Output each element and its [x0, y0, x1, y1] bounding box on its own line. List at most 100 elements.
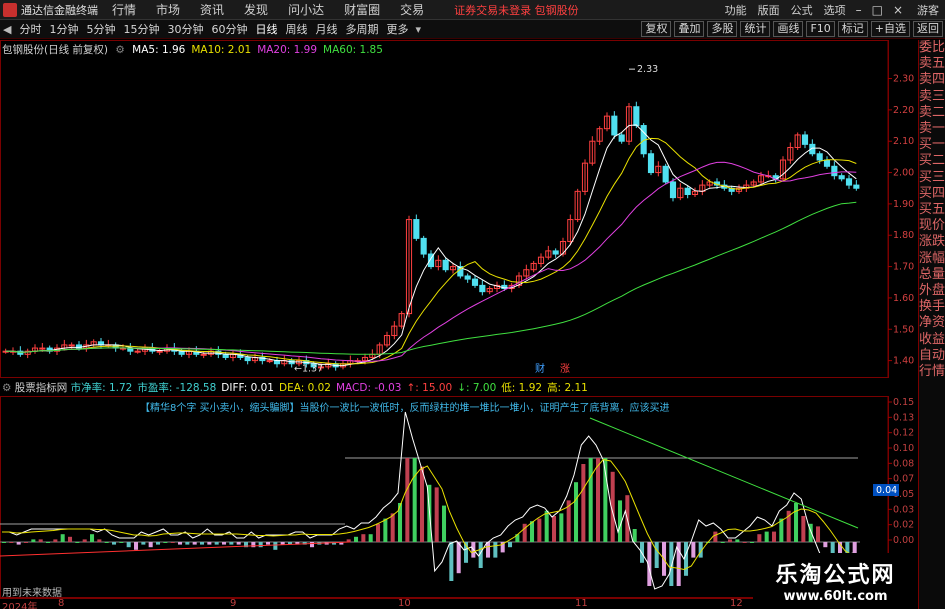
histogram-bar — [434, 487, 439, 542]
f10-button[interactable]: F10 — [806, 21, 835, 37]
candle-body — [266, 360, 273, 363]
event-marker-0: 财 — [535, 362, 545, 375]
histogram-bar — [185, 542, 190, 545]
candle-body — [39, 347, 46, 350]
menu-formula[interactable]: 公式 — [791, 2, 813, 18]
histogram-bar — [214, 542, 219, 545]
indicator-value-8: 高: 2.11 — [547, 382, 588, 394]
indicator-settings-icon[interactable]: ⚙ — [2, 382, 11, 394]
sidebar-item-9: 买四 — [919, 185, 945, 201]
histogram-bar — [728, 539, 733, 542]
future-data-note: 用到未来数据 — [2, 588, 62, 599]
candle-body — [200, 353, 207, 356]
candle-body — [831, 165, 838, 177]
return-button[interactable]: 返回 — [913, 21, 943, 37]
sidebar-item-18: 收益 — [919, 331, 945, 347]
histogram-bar — [9, 542, 14, 543]
tab-daily[interactable]: 日线 — [251, 21, 281, 37]
menu-market-quotes[interactable]: 行情 — [112, 1, 136, 18]
candle-body — [816, 153, 823, 161]
candle-body — [838, 175, 845, 180]
period-toolbar: ◀ 分时 1分钟 5分钟 15分钟 30分钟 60分钟 日线 周线 月线 多周期… — [0, 20, 945, 39]
histogram-bar — [170, 542, 175, 543]
tab-1min[interactable]: 1分钟 — [45, 21, 82, 37]
candlestick-chart[interactable]: 2.30 2.20 2.10 2.00 1.90 1.80 1.70 1.60 1.50 1.40… — [0, 40, 918, 378]
candle-body — [853, 184, 860, 189]
tab-monthly[interactable]: 月线 — [311, 21, 341, 37]
menu-function[interactable]: 功能 — [725, 2, 747, 18]
histogram-bar — [449, 542, 454, 581]
histogram-bar — [757, 534, 762, 542]
menu-news[interactable]: 资讯 — [200, 1, 224, 18]
price-tick-label-9: 1.40 — [893, 356, 914, 367]
app-logo-icon — [3, 2, 17, 17]
ind-tick-label-8: 0.02 — [893, 520, 914, 531]
histogram-bar — [354, 536, 359, 542]
ind-tick-label-1: 0.13 — [893, 412, 914, 423]
close-button[interactable]: × — [893, 3, 903, 17]
candle-body — [669, 181, 677, 199]
histogram-bar — [486, 542, 491, 558]
maximize-button[interactable]: □ — [872, 3, 883, 17]
histogram-bar — [258, 542, 263, 548]
add-watchlist-button[interactable]: +自选 — [870, 21, 910, 37]
candle-body — [823, 159, 831, 167]
user-label[interactable]: 游客 — [917, 2, 939, 18]
sidebar-item-2: 卖四 — [919, 72, 945, 88]
tab-30min[interactable]: 30分钟 — [163, 21, 207, 37]
indicator-value-4: MACD: -0.03 — [335, 382, 402, 394]
ind-tick-label-7: 0.03 — [893, 504, 914, 515]
tab-weekly[interactable]: 周线 — [281, 21, 311, 37]
histogram-bar — [383, 518, 388, 542]
sidebar-item-17: 净资 — [919, 315, 945, 331]
candle-body — [420, 237, 427, 255]
indicator-info: ⚙ 股票指标网 市净率: 1.72 市盈率: -128.58 DIFF: 0.01 D… — [2, 380, 872, 395]
watermark: 乐淘公式网 www.60lt.com — [753, 553, 918, 609]
ma5-line — [5, 124, 857, 367]
histogram-bar — [148, 542, 153, 548]
tab-intraday[interactable]: 分时 — [15, 21, 45, 37]
sidebar-item-16: 换手 — [919, 299, 945, 315]
tab-more[interactable]: 更多 — [382, 21, 412, 37]
sidebar-item-20: 行情 — [919, 364, 945, 380]
menu-wealth[interactable]: 财富圈 — [344, 1, 380, 18]
mark-button[interactable]: 标记 — [837, 21, 868, 37]
histogram-bar — [266, 542, 271, 545]
candle-body — [647, 153, 655, 174]
tab-15min[interactable]: 15分钟 — [119, 21, 163, 37]
histogram-bar — [141, 542, 146, 545]
indicator-value-2: DIFF: 0.01 — [221, 382, 274, 394]
login-notice[interactable]: 证券交易未登录 包钢股份 — [454, 2, 579, 18]
histogram-bar — [38, 539, 43, 542]
tab-60min[interactable]: 60分钟 — [207, 21, 251, 37]
histogram-bar — [713, 531, 718, 542]
indicator-value-7: 低: 1.92 — [501, 382, 543, 394]
low-annotation: ←1.37 — [294, 363, 323, 374]
candle-body — [68, 344, 75, 347]
price-tick-label-0: 2.30 — [893, 74, 914, 85]
histogram-bar — [552, 516, 557, 542]
menu-trade[interactable]: 交易 — [400, 1, 424, 18]
histogram-bar — [801, 516, 806, 542]
tab-multi-period[interactable]: 多周期 — [341, 21, 382, 37]
multi-stock-button[interactable]: 多股 — [707, 21, 738, 37]
tab-5min[interactable]: 5分钟 — [82, 21, 119, 37]
menu-options[interactable]: 选项 — [824, 2, 846, 18]
menu-market[interactable]: 市场 — [156, 1, 180, 18]
menu-ask[interactable]: 问小达 — [288, 1, 324, 18]
back-arrow-icon[interactable]: ◀ — [3, 23, 11, 36]
adjust-button[interactable]: 复权 — [641, 21, 672, 37]
minimize-button[interactable]: – — [856, 3, 862, 17]
overlay-button[interactable]: 叠加 — [674, 21, 705, 37]
candle-body — [611, 115, 618, 136]
menu-discover[interactable]: 发现 — [244, 1, 268, 18]
dropdown-icon[interactable]: ▾ — [415, 23, 421, 36]
statistics-button[interactable]: 统计 — [740, 21, 771, 37]
date-tick-5: 12 — [730, 598, 743, 609]
menu-layout[interactable]: 版面 — [758, 2, 780, 18]
date-tick-2: 9 — [230, 598, 237, 609]
draw-line-button[interactable]: 画线 — [773, 21, 804, 37]
sidebar-item-11: 现价 — [919, 218, 945, 234]
histogram-bar — [442, 505, 447, 542]
histogram-bar — [60, 534, 65, 542]
